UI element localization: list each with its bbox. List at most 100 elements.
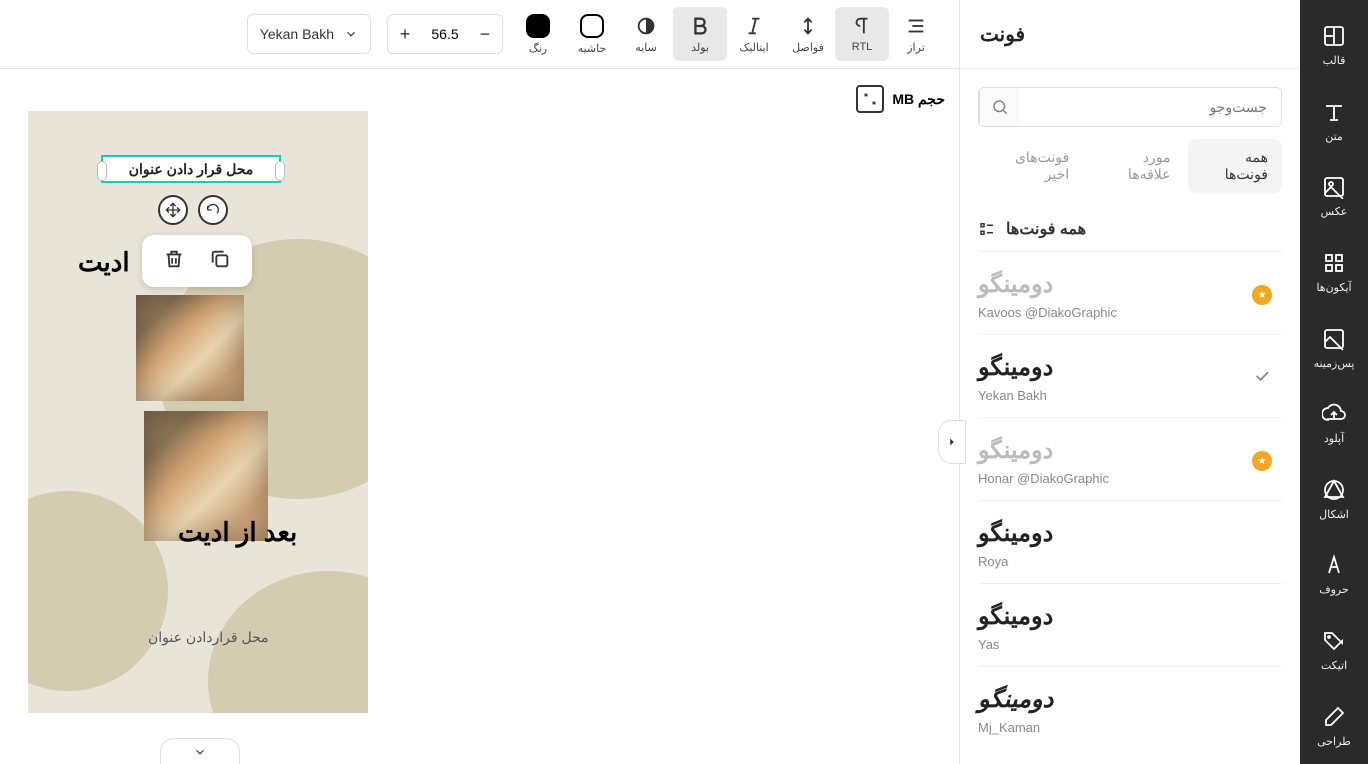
canvas-photo[interactable] [136,295,244,401]
spacing-icon [797,15,819,37]
sidebar-label: آپلود [1324,432,1344,445]
tab-favorites[interactable]: مورد علاقه‌ها [1087,139,1184,193]
shadow-icon [635,15,657,37]
sidebar-item-tags[interactable]: اتیکت [1300,613,1368,689]
sidebar-label: آیکون‌ها [1316,281,1351,294]
font-item[interactable]: ★ دومینگو Honar @DiakoGraphic [978,417,1282,500]
outline-icon [580,14,604,38]
chevron-down-icon [193,745,207,759]
align-button[interactable]: تراز [889,7,943,61]
search-input[interactable] [1019,88,1281,126]
font-badge [1242,367,1282,390]
font-preview: دومینگو [978,270,1053,299]
dimensions-icon[interactable] [856,85,884,113]
section-title: همه فونت‌ها [1006,219,1086,239]
tool-label: RTL [852,41,873,53]
rotate-button[interactable] [198,195,228,225]
rotate-icon [205,202,221,218]
color-icon [526,14,550,38]
font-item[interactable]: دومینگو Roya [978,500,1282,583]
text-tools: تراز RTL فواصل ایتالیک بولد سایه حاشیه [511,7,943,61]
resize-handle-left[interactable] [97,161,107,181]
rtl-button[interactable]: RTL [835,7,889,61]
move-button[interactable] [158,195,188,225]
font-item[interactable]: دومینگو Yas [978,583,1282,666]
font-panel: فونت همه فونت‌ها مورد علاقه‌ها فونت‌های … [959,0,1300,764]
canvas-text[interactable]: بعد از ادیت [178,517,297,548]
tab-all-fonts[interactable]: همه فونت‌ها [1188,139,1282,193]
sidebar-label: متن [1325,130,1343,143]
font-info: دومینگو Yekan Bakh [978,353,1242,403]
font-info: دومینگو Honar @DiakoGraphic [978,436,1242,486]
font-family-select[interactable]: Yekan Bakh [247,14,371,54]
chevron-right-icon [945,435,959,449]
main-sidebar: قالب متن عکس آیکون‌ها پس‌زمینه آپلود ا [1300,0,1368,764]
font-info: دومینگو Mj_Kaman [978,685,1242,735]
canvas-size-info: حجم MB [856,85,945,113]
canvas-text[interactable]: محل قراردادن عنوان [148,629,269,646]
tool-label: سایه [635,41,657,54]
sidebar-item-template[interactable]: قالب [1300,8,1368,84]
font-item[interactable]: دومینگو Yekan Bakh [978,334,1282,417]
panel-collapse-button[interactable] [938,420,966,464]
shapes-icon [1322,478,1346,502]
design-icon [1322,705,1346,729]
font-preview: دومینگو [978,685,1053,714]
search-button[interactable] [979,88,1019,126]
tool-label: رنگ [529,42,547,55]
tags-icon [1322,629,1346,653]
copy-button[interactable] [209,248,231,275]
sidebar-label: عکس [1321,205,1348,218]
sidebar-item-letters[interactable]: حروف [1300,537,1368,613]
sidebar-label: طراحی [1317,735,1351,748]
font-preview: دومینگو [978,353,1053,382]
font-preview: دومینگو [978,602,1053,631]
bottom-panel-toggle[interactable] [160,738,240,764]
resize-handle-right[interactable] [275,161,285,181]
sidebar-item-design[interactable]: طراحی [1300,688,1368,764]
bold-button[interactable]: بولد [673,7,727,61]
background-icon [1322,327,1346,351]
delete-button[interactable] [163,248,185,275]
font-size-control: − + [387,14,503,54]
sidebar-label: اشکال [1319,508,1349,521]
outline-button[interactable]: حاشیه [565,7,619,61]
font-item[interactable]: دومینگو Mj_Kaman [978,666,1282,749]
letters-icon [1322,553,1346,577]
font-item[interactable]: ★ دومینگو Kavoos @DiakoGraphic [978,251,1282,334]
font-badge: ★ [1242,451,1282,471]
image-icon [1322,175,1346,199]
increase-size-button[interactable]: + [388,15,422,53]
spacing-button[interactable]: فواصل [781,7,835,61]
sidebar-item-icons[interactable]: آیکون‌ها [1300,235,1368,311]
sidebar-item-background[interactable]: پس‌زمینه [1300,310,1368,386]
font-info: دومینگو Yas [978,602,1242,652]
font-name: Mj_Kaman [978,720,1040,735]
panel-title: فونت [980,22,1025,47]
sidebar-item-shapes[interactable]: اشکال [1300,462,1368,538]
shadow-button[interactable]: سایه [619,7,673,61]
search-wrapper [978,87,1282,127]
canvas-frame[interactable]: محل قرار دادن عنوان ادیت بعد از ادیت محل… [28,111,368,713]
canvas-text[interactable]: ادیت [78,247,130,278]
color-button[interactable]: رنگ [511,7,565,61]
tab-recent[interactable]: فونت‌های اخیر [978,139,1083,193]
font-tabs: همه فونت‌ها مورد علاقه‌ها فونت‌های اخیر [960,139,1300,193]
font-name: Yas [978,637,999,652]
canvas-area[interactable]: حجم MB محل قرار دادن عنوان [0,69,959,764]
copy-icon [209,248,231,270]
sidebar-label: اتیکت [1321,659,1347,672]
italic-button[interactable]: ایتالیک [727,7,781,61]
search-icon [991,98,1009,116]
decrease-size-button[interactable]: − [468,15,502,53]
font-name: Roya [978,554,1008,569]
sidebar-item-text[interactable]: متن [1300,84,1368,160]
font-name: Yekan Bakh [978,388,1047,403]
font-list[interactable]: ★ دومینگو Kavoos @DiakoGraphic دومینگو Y… [960,251,1300,764]
premium-star-icon: ★ [1252,285,1272,305]
sidebar-item-upload[interactable]: آپلود [1300,386,1368,462]
selected-text-element[interactable]: محل قرار دادن عنوان [101,155,281,183]
font-size-input[interactable] [422,26,468,42]
section-header: همه فونت‌ها [960,207,1300,251]
sidebar-item-image[interactable]: عکس [1300,159,1368,235]
